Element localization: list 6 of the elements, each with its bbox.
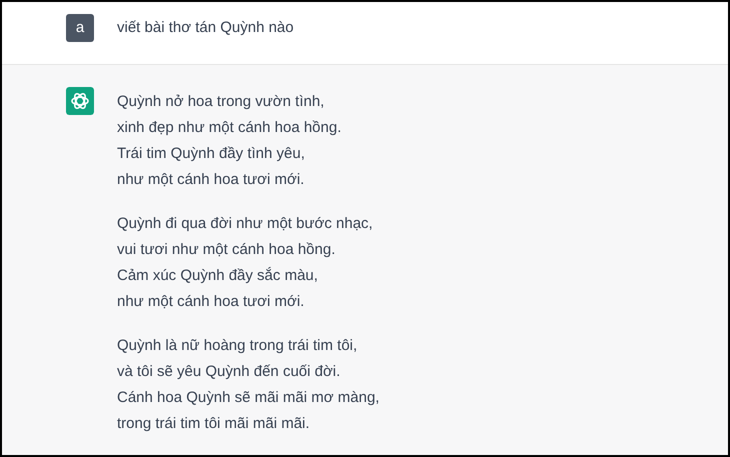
user-avatar: a — [66, 14, 94, 42]
poem-stanza: Quỳnh là nữ hoàng trong trái tim tôi, và tôi sẽ yêu Quỳnh đến cuối đời. Cánh hoa Quỳnh sẽ mãi mãi mơ màng, trong trái tim tôi mãi mãi mãi. — [117, 336, 380, 434]
poem-stanza: Quỳnh đi qua đời như một bước nhạc, vui tươi như một cánh hoa hồng. Cảm xúc Quỳnh đầy sắc màu, như một cánh hoa tươi mới. — [117, 214, 374, 312]
assistant-logo-icon — [66, 87, 94, 115]
poem-stanza: Quỳnh nở hoa trong vườn tình, xinh đẹp như một cánh hoa hồng. Trái tim Quỳnh đầy tình yêu, như một cánh hoa tươi mới. — [117, 92, 342, 190]
user-message: viết bài thơ tán Quỳnh nào — [117, 18, 294, 38]
